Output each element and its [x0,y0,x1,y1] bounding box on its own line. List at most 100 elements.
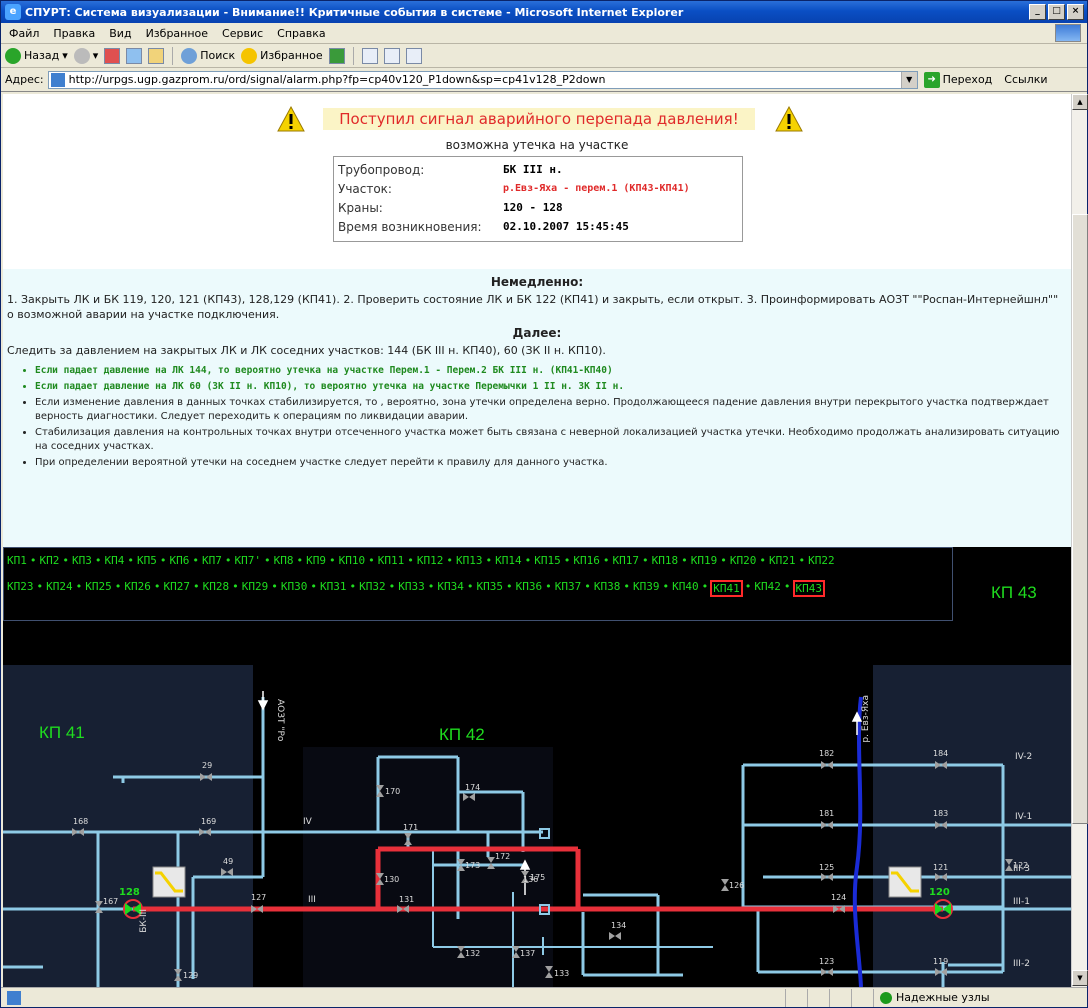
valve-label: 29 [202,761,213,770]
maximize-button[interactable]: □ [1048,4,1065,20]
valve-label: 173 [465,861,481,870]
security-zone[interactable]: Надежные узлы [873,988,1087,1007]
kp-link[interactable]: КП37 [554,580,583,597]
vertical-scrollbar[interactable]: ▲ ▼ [1071,94,1088,987]
scroll-down-button[interactable]: ▼ [1072,970,1088,986]
kp-link[interactable]: КП6 [169,554,191,567]
edit-icon[interactable] [405,47,422,64]
kp-link[interactable]: КП43 [792,580,825,597]
menu-favorites[interactable]: Избранное [146,27,208,40]
kp-link[interactable]: КП29 [241,580,270,597]
media-icon[interactable] [328,47,345,64]
valve-label: 124 [831,893,847,902]
kp-link[interactable]: КП19 [690,554,719,567]
line-label: IV [303,817,312,827]
kp-link[interactable]: КП15 [533,554,562,567]
search-button[interactable]: Поиск [181,47,235,64]
kp-link[interactable]: КП36 [515,580,544,597]
info-row-valves: Краны: 120 - 128 [338,198,738,217]
kp-link[interactable]: КП41 [710,580,743,597]
menu-help[interactable]: Справка [277,27,325,40]
kp-link[interactable]: КП23 [6,580,35,597]
forward-button[interactable]: ▾ [73,47,98,64]
kp-link[interactable]: КП24 [45,580,74,597]
links-button[interactable]: Ссылки [1004,73,1047,86]
mail-icon[interactable] [361,47,378,64]
kp-link[interactable]: КП18 [651,554,680,567]
go-arrow-icon: ➜ [923,71,940,88]
menu-file[interactable]: Файл [9,27,39,40]
kp-link[interactable]: КП22 [807,554,836,567]
kp-link[interactable]: КП9 [305,554,327,567]
kp-link[interactable]: КП5 [136,554,158,567]
kp-link[interactable]: КП7 [201,554,223,567]
kp-link[interactable]: КП34 [436,580,465,597]
valve-label: 182 [819,749,835,758]
close-button[interactable]: × [1067,4,1084,20]
kp-link[interactable]: КП32 [358,580,387,597]
valve-label: 167 [103,897,119,906]
kp-row-1: КП1 • КП2 • КП3 • КП4 • КП5 • КП6 • КП7 • КП7' • КП8 • КП9… [6,554,836,567]
kp-link[interactable]: КП21 [768,554,797,567]
kp-link[interactable]: КП8 [273,554,295,567]
menu-edit[interactable]: Правка [53,27,95,40]
kp-link[interactable]: КП12 [416,554,445,567]
kp-link[interactable]: КП42 [753,580,782,597]
kp-link[interactable]: КП39 [632,580,661,597]
kp-link[interactable]: КП7' [234,554,263,567]
kp-link[interactable]: КП38 [593,580,622,597]
title-bar[interactable]: e СПУРТ: Система визуализации - Внимание… [1,1,1087,23]
kp-separator: • [193,580,200,593]
kp-link[interactable]: КП35 [476,580,505,597]
go-button[interactable]: ➜ Переход [923,71,992,88]
scroll-up-button[interactable]: ▲ [1072,94,1088,110]
kp-link[interactable]: КП13 [455,554,484,567]
menu-tools[interactable]: Сервис [222,27,263,40]
menu-bar: Файл Правка Вид Избранное Сервис Справка [1,23,1087,44]
back-label: Назад [24,49,60,62]
kp-link[interactable]: КП2 [39,554,61,567]
address-dropdown[interactable]: ▼ [900,71,917,88]
check-icon [880,991,892,1004]
kp-link[interactable]: КП3 [71,554,93,567]
kp-separator: • [466,580,474,593]
kp-separator: • [485,554,493,567]
kp-link[interactable]: КП31 [319,580,348,597]
label-kp41: КП 41 [39,723,85,742]
kp-link[interactable]: КП40 [671,580,700,597]
kp-link[interactable]: КП30 [280,580,309,597]
kp-link[interactable]: КП28 [202,580,231,597]
stop-icon[interactable] [104,47,121,64]
kp-link[interactable]: КП16 [572,554,601,567]
kp-link[interactable]: КП33 [397,580,426,597]
kp-link[interactable]: КП26 [123,580,152,597]
valve-label: 133 [554,969,570,978]
valve-label: 183 [933,809,949,818]
print-icon[interactable] [383,47,400,64]
info-key: Трубопровод: [338,162,425,177]
kp-link[interactable]: КП25 [84,580,113,597]
kp-link[interactable]: КП17 [612,554,641,567]
favorites-button[interactable]: Избранное [241,47,323,64]
home-icon[interactable] [148,47,165,64]
valve-label: 169 [201,817,217,826]
kp-separator: • [329,554,336,567]
refresh-icon[interactable] [126,47,143,64]
kp-link[interactable]: КП10 [338,554,367,567]
kp-link[interactable]: КП20 [729,554,758,567]
back-button[interactable]: Назад ▾ [5,47,68,64]
status-cell [785,988,807,1007]
kp-separator: • [75,580,83,593]
kp-link[interactable]: КП14 [494,554,523,567]
immediate-actions: 1. Закрыть ЛК и БК 119, 120, 121 (КП43),… [7,293,1059,321]
menu-view[interactable]: Вид [109,27,131,40]
scroll-thumb[interactable] [1072,214,1088,824]
kp-link[interactable]: КП27 [163,580,192,597]
kp-link[interactable]: КП1 [6,554,28,567]
address-input[interactable]: http://urpgs.ugp.gazprom.ru/ord/signal/a… [47,70,918,89]
valve-label: 127 [251,893,267,902]
minimize-button[interactable]: _ [1029,4,1046,20]
info-row-pipeline: Трубопровод: БК III н. [338,160,738,179]
kp-link[interactable]: КП11 [377,554,406,567]
kp-link[interactable]: КП4 [104,554,126,567]
